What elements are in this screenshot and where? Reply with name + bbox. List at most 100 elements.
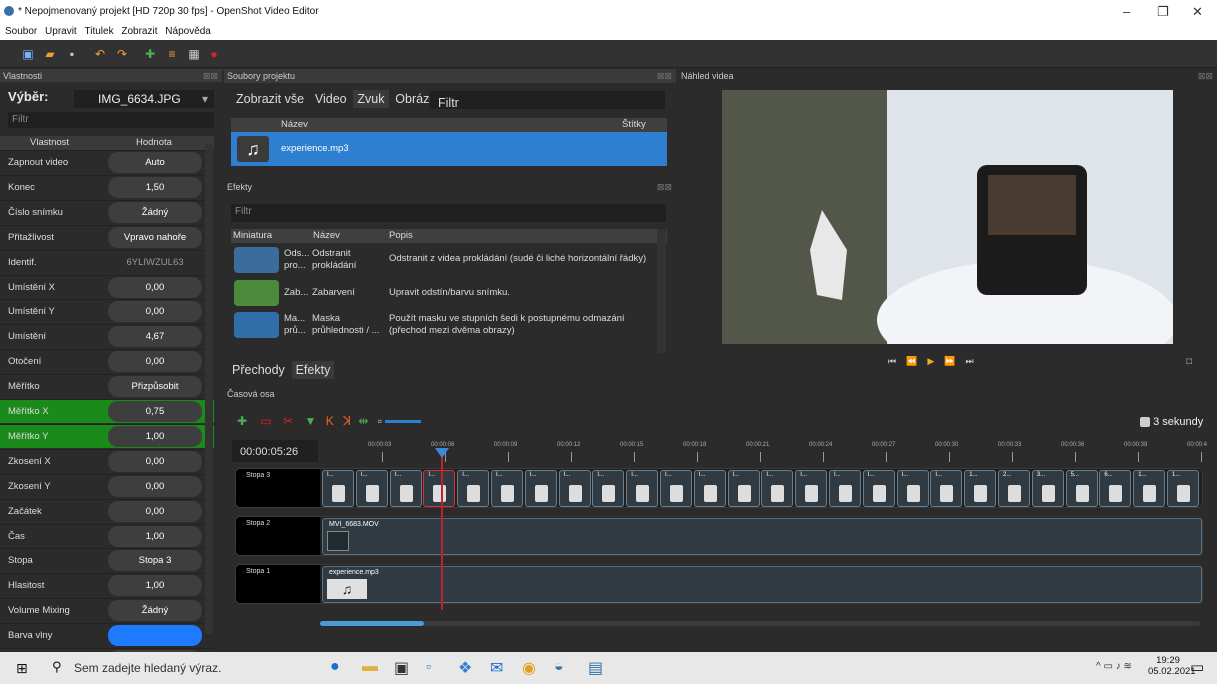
taskbar-search-text[interactable]: Sem zadejte hledaný výraz. <box>74 661 221 675</box>
property-value[interactable]: 0,00 <box>108 500 202 522</box>
windows-start-icon[interactable]: ⊞ <box>16 660 28 677</box>
tab-effects[interactable]: Efekty <box>291 361 335 379</box>
close-icon[interactable]: ✕ <box>1192 4 1203 20</box>
property-row[interactable]: Umístění 4,67 <box>0 324 214 348</box>
property-row[interactable]: Začátek 0,00 <box>0 498 214 523</box>
property-row[interactable]: Zkosení Y 0,00 <box>0 473 214 498</box>
property-value[interactable]: 1,00 <box>108 575 202 597</box>
tab-transitions[interactable]: Přechody <box>228 361 289 379</box>
effects-filter-input[interactable]: Filtr <box>231 204 666 222</box>
menu-titulek[interactable]: Titulek <box>85 26 114 37</box>
property-value[interactable]: Vpravo nahoře <box>108 226 202 248</box>
property-value[interactable]: 0,00 <box>108 301 202 323</box>
property-row[interactable]: Umístění X 0,00 <box>0 274 214 299</box>
rewind-icon[interactable]: ⏪ <box>906 356 927 366</box>
video-clip[interactable]: MVI_6683.MOV <box>322 518 1202 555</box>
timeline-scrollbar[interactable] <box>320 621 1200 626</box>
property-value[interactable]: Auto <box>108 152 202 173</box>
track-1[interactable]: Stopa 1 experience.mp3 ♫ <box>235 564 1203 604</box>
image-clip[interactable]: I... <box>423 470 456 507</box>
zoom-checkbox-icon[interactable] <box>1140 417 1150 428</box>
property-value[interactable]: Žádný <box>108 201 202 223</box>
fullscreen-icon[interactable]: ▦ <box>188 48 200 60</box>
property-row[interactable]: Měřítko Přizpůsobit <box>0 374 214 398</box>
audio-clip[interactable]: experience.mp3 ♫ <box>322 566 1202 603</box>
property-value[interactable]: 6YLIWZUL63 <box>108 252 202 273</box>
redo-icon[interactable]: ↷ <box>116 48 128 60</box>
dock-controls-icon[interactable]: ⊠⊠ <box>1198 69 1213 83</box>
razor-icon[interactable]: ✂ <box>283 414 293 428</box>
store-icon[interactable]: ▣ <box>394 658 409 678</box>
dock-controls-icon[interactable]: ⊠⊠ <box>203 69 218 83</box>
property-row[interactable]: Zapnout video Auto <box>0 150 214 174</box>
property-value[interactable]: Žádný <box>108 600 202 622</box>
camera-icon[interactable]: ◘ <box>1186 356 1192 367</box>
taskbar-clock[interactable]: 19:29 05.02.2021 <box>1148 655 1196 677</box>
property-row[interactable]: Měřítko X 0,75 <box>0 399 214 423</box>
import-files-icon[interactable]: ✚ <box>144 48 156 60</box>
property-row[interactable]: Barva vlny <box>0 623 214 647</box>
property-row[interactable]: Otočení 0,00 <box>0 349 214 373</box>
property-value[interactable]: Stopa 3 <box>108 550 202 572</box>
image-clip[interactable]: I... <box>355 470 388 507</box>
chrome-icon[interactable]: ◉ <box>522 658 536 678</box>
timeline-scroll-thumb[interactable] <box>320 621 424 626</box>
jump-end-icon[interactable]: ⏭ <box>965 356 983 366</box>
property-value[interactable]: 1,00 <box>108 525 202 547</box>
new-project-icon[interactable]: ▣ <box>22 48 34 60</box>
image-clip[interactable]: I... <box>829 470 861 507</box>
open-project-icon[interactable]: ▰ <box>44 48 56 60</box>
tab-all[interactable]: Zobrazit vše <box>232 90 308 108</box>
minimize-icon[interactable]: – <box>1123 4 1130 19</box>
property-value[interactable]: 0,75 <box>108 401 202 422</box>
add-marker-icon[interactable]: ▼ <box>305 414 317 428</box>
export-video-icon[interactable]: ● <box>208 48 220 60</box>
dock-controls-icon[interactable]: ⊠⊠ <box>657 69 672 83</box>
choose-profile-icon[interactable]: ≡ <box>166 48 178 60</box>
property-row[interactable]: Konec 1,50 <box>0 174 214 199</box>
image-clip[interactable]: 3... <box>1031 470 1064 507</box>
image-clip[interactable]: I... <box>524 470 557 507</box>
image-clip[interactable]: I... <box>592 470 625 507</box>
effects-scrollbar[interactable] <box>657 229 666 353</box>
mail-icon[interactable]: ✉ <box>490 658 503 678</box>
property-row[interactable]: Stopa Stopa 3 <box>0 548 214 572</box>
system-tray-icons[interactable]: ^ ▭ ♪ ≋ <box>1096 661 1132 672</box>
image-clip[interactable]: 2... <box>998 470 1030 507</box>
property-row[interactable]: Umístění Y 0,00 <box>0 299 214 323</box>
effect-row[interactable]: Zab... Zabarvení Upravit odstín/barvu sn… <box>231 278 656 308</box>
notifications-icon[interactable]: ▭ <box>1190 658 1204 676</box>
project-file-row[interactable]: ♫ experience.mp3 <box>231 132 667 166</box>
zoom-icon[interactable]: ▫ <box>378 414 382 428</box>
search-icon[interactable]: ⚲ <box>52 659 62 675</box>
image-clip[interactable]: I... <box>896 470 929 507</box>
image-clip[interactable]: 1... <box>1167 470 1199 507</box>
property-row[interactable]: Čas 1,00 <box>0 523 214 548</box>
image-clip[interactable]: I... <box>626 470 659 507</box>
effect-row[interactable]: Ma... prů... Maska průhlednosti / ... Po… <box>231 310 656 340</box>
image-clip[interactable]: 5... <box>1065 470 1098 507</box>
effect-row[interactable]: Ods... pro... Odstranit prokládání Odstr… <box>231 245 656 275</box>
menu-napoveda[interactable]: Nápověda <box>165 26 211 37</box>
track-2[interactable]: Stopa 2 MVI_6683.MOV <box>235 516 1203 556</box>
property-value[interactable]: Přizpůsobit <box>108 376 202 398</box>
property-row[interactable]: Měřítko Y 1,00 <box>0 423 214 448</box>
tab-video[interactable]: Video <box>311 90 351 108</box>
image-clip[interactable]: I... <box>457 470 490 507</box>
property-row[interactable]: Přitažlivost Vpravo nahoře <box>0 224 214 249</box>
playhead-line[interactable] <box>441 450 443 610</box>
previous-marker-icon[interactable]: K <box>326 414 334 428</box>
menu-upravit[interactable]: Upravit <box>45 26 77 37</box>
property-value[interactable]: 4,67 <box>108 326 202 348</box>
property-row[interactable]: Identif. 6YLIWZUL63 <box>0 249 214 274</box>
image-clip[interactable]: I... <box>693 470 726 507</box>
dropbox-icon[interactable]: ❖ <box>458 658 472 678</box>
property-row[interactable]: Zkosení X 0,00 <box>0 448 214 473</box>
image-clip[interactable]: I... <box>761 470 794 507</box>
property-value[interactable]: 0,00 <box>108 450 202 472</box>
image-clip[interactable]: I... <box>795 470 828 507</box>
property-value[interactable]: 1,50 <box>108 176 202 198</box>
play-icon[interactable]: ▶ <box>927 356 944 366</box>
zoom-slider[interactable] <box>385 420 422 424</box>
track-3[interactable]: Stopa 3 I... I... I... I... I... I... I... I...… <box>235 468 1203 508</box>
